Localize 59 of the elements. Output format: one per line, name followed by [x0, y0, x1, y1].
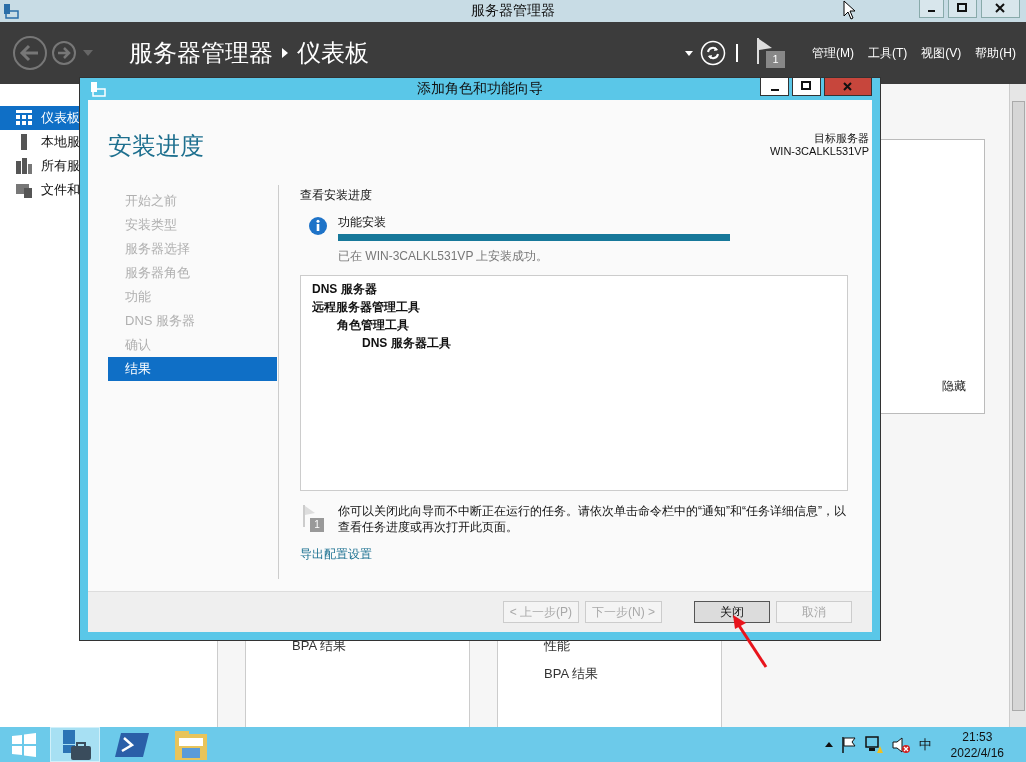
wizard-step[interactable]: 结果: [108, 357, 277, 381]
target-server-name: WIN-3CALKL531VP: [769, 145, 869, 158]
flag-icon[interactable]: [841, 736, 856, 753]
sidebar-item[interactable]: 所有服: [0, 154, 80, 178]
progress-label: 功能安装: [338, 214, 387, 231]
flag-icon[interactable]: [757, 38, 773, 64]
caret-icon[interactable]: [824, 742, 833, 747]
flag-icon: [303, 505, 315, 527]
forward-icon[interactable]: [51, 40, 77, 66]
clock-time[interactable]: 21:53: [962, 728, 993, 745]
menu-item[interactable]: 工具(T): [868, 44, 908, 62]
note-text: 你可以关闭此向导而不中断正在运行的任务。请依次单击命令栏中的“通知”和“任务详细信息”，以查看任务进度或再次打开此页面。: [338, 503, 847, 535]
result-item: DNS 服务器: [312, 281, 378, 298]
breadcrumb-item[interactable]: 服务器管理器: [129, 37, 273, 69]
page-heading: 安装进度: [108, 131, 204, 161]
result-item: 角色管理工具: [337, 317, 410, 334]
input-method-indicator[interactable]: 中: [918, 735, 932, 754]
section-title: 查看安装进度: [300, 187, 372, 204]
sidebar-item[interactable]: 本地服: [0, 130, 80, 154]
breadcrumb-item: 仪表板: [297, 38, 369, 68]
sidebar-item[interactable]: 仪表板: [0, 106, 80, 130]
menu-item[interactable]: 视图(V): [921, 44, 962, 62]
wizard-button[interactable]: 关闭: [694, 601, 770, 623]
info-icon: [308, 216, 328, 236]
clock-date[interactable]: 2022/4/16: [950, 744, 1004, 761]
scroll-thumb[interactable]: [1011, 100, 1025, 711]
status-text: 已在 WIN-3CALKL531VP 上安装成功。: [338, 248, 550, 265]
sidebar-item[interactable]: 文件和: [0, 178, 80, 202]
servers-icon: [16, 158, 32, 174]
chevron-icon: [282, 48, 288, 58]
window-title: 添加角色和功能向导: [417, 80, 543, 98]
app-icon: [90, 81, 106, 97]
export-link[interactable]: 导出配置设置: [300, 546, 372, 563]
result-item: DNS 服务器工具: [362, 335, 452, 352]
notification-count: 1: [310, 518, 324, 532]
caret-icon[interactable]: [685, 50, 693, 56]
app-icon: [3, 3, 19, 19]
window-title: 服务器管理器: [471, 2, 555, 20]
minimize-icon[interactable]: [919, 0, 944, 18]
hide-link[interactable]: 隐藏: [942, 378, 966, 395]
speaker-muted-icon[interactable]: [891, 735, 910, 754]
notification-count: 1: [766, 51, 785, 68]
back-icon[interactable]: [12, 35, 48, 71]
scrollbar[interactable]: [1009, 84, 1026, 727]
refresh-icon[interactable]: [700, 40, 726, 66]
maximize-icon[interactable]: [948, 0, 977, 18]
tile-link[interactable]: BPA 结果: [544, 665, 721, 693]
maximize-icon[interactable]: [792, 78, 821, 96]
network-warning-icon[interactable]: [864, 735, 883, 754]
menu-item[interactable]: 管理(M): [812, 44, 854, 62]
menu-item[interactable]: 帮助(H): [975, 44, 1016, 62]
target-server-label: 目标服务器: [814, 132, 869, 145]
files-icon: [16, 182, 32, 198]
result-item: 远程服务器管理工具: [312, 299, 421, 316]
close-icon[interactable]: [981, 0, 1020, 18]
mouse-cursor-icon: [843, 0, 857, 20]
server-manager-icon[interactable]: [50, 727, 100, 762]
minimize-icon[interactable]: [760, 78, 789, 96]
dashboard-icon: [16, 110, 32, 126]
